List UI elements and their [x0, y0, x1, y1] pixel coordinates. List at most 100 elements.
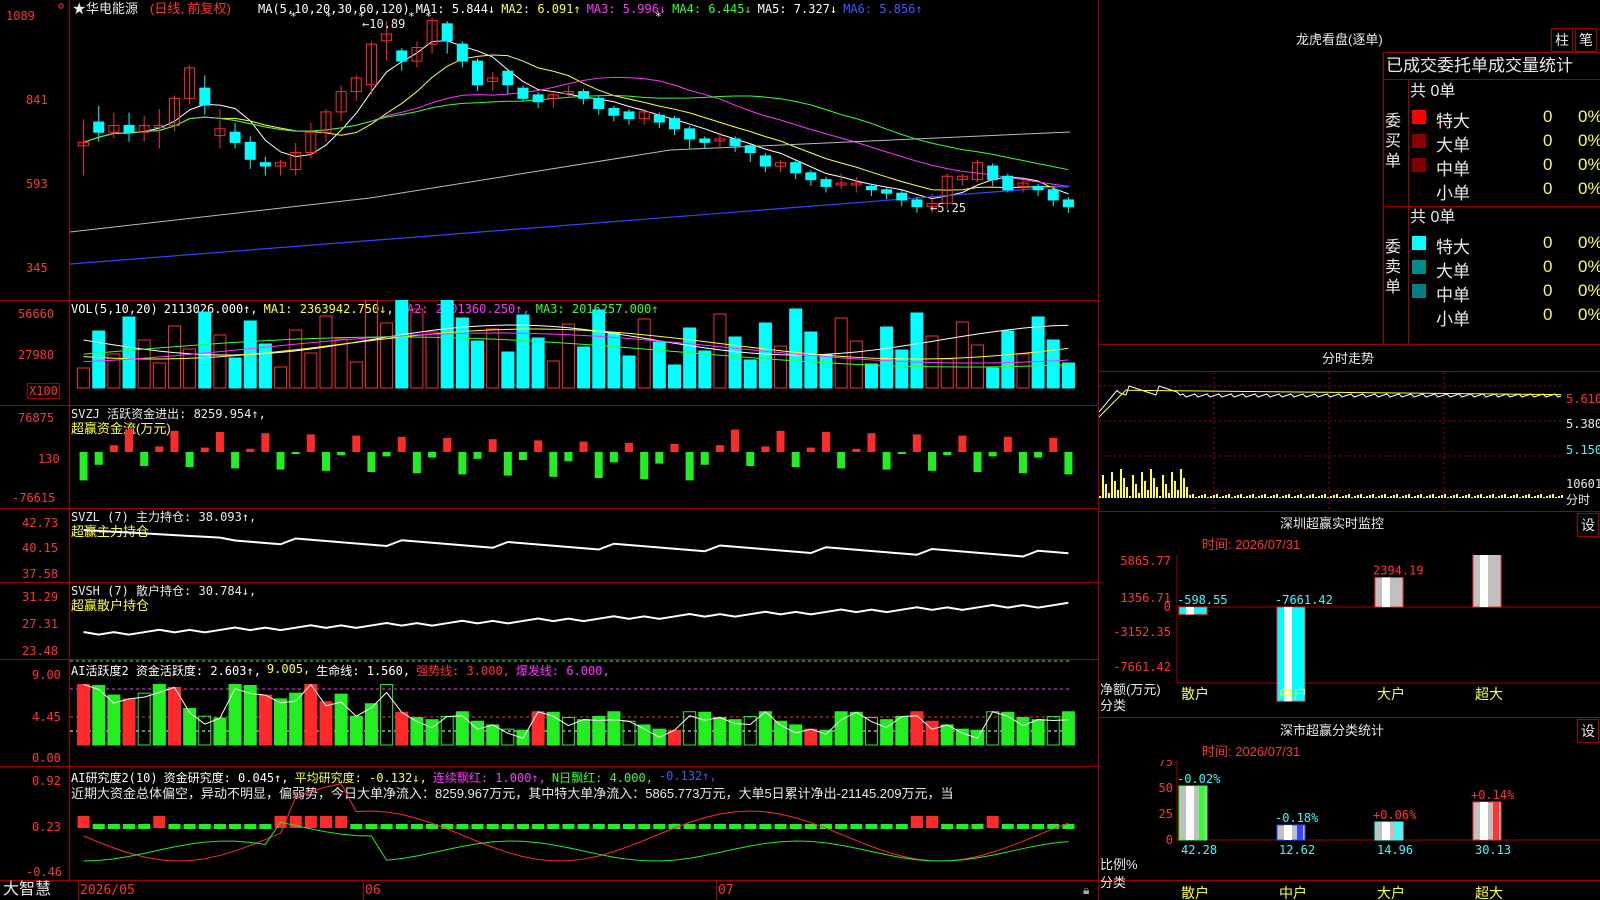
intraday-vol-bar [1252, 494, 1254, 498]
intraday-vol-bar [1540, 494, 1542, 498]
flow-bar [897, 452, 906, 454]
panel-divider [1098, 344, 1600, 345]
intraday-vol-bar [1411, 497, 1413, 498]
volume-bar [137, 339, 151, 389]
intraday-vol-bar [1537, 495, 1539, 498]
event-star-icon: * [290, 10, 297, 23]
intraday-vol-bar [1342, 496, 1344, 498]
volume-bar [607, 332, 621, 389]
svzj-tick: 130 [38, 452, 60, 466]
candle [759, 155, 771, 167]
classify-settings-button[interactable]: 设 [1577, 719, 1599, 743]
research-bar [380, 824, 393, 829]
intraday-chart[interactable] [1099, 372, 1564, 510]
flow-bar [428, 452, 437, 458]
order-count: 0 [1543, 257, 1553, 276]
main-holding-chart[interactable] [70, 508, 1098, 582]
brand-logo[interactable]: 大智慧 [3, 882, 51, 898]
intraday-vol-bar [1255, 497, 1257, 498]
ai1-tick: 9.00 [32, 668, 61, 682]
retail-holding-chart[interactable] [70, 582, 1098, 659]
flow-bar [882, 452, 891, 470]
research-bar [623, 824, 636, 829]
research-bar [441, 824, 454, 829]
research-bar [562, 824, 575, 829]
intraday-vol-bar [1210, 496, 1212, 498]
candle [653, 114, 665, 123]
intraday-vol-bar [1525, 495, 1527, 498]
ratio-bar-chart[interactable]: 75 50 25 0 -0.02% 42.28 散户 -0.18% 12.62 中户 +0.06% 1… [1099, 760, 1600, 900]
volume-bar [1001, 330, 1015, 389]
flow-bar [246, 448, 255, 452]
research-bar [1001, 824, 1014, 829]
candlestick-chart[interactable]: * * * * * * [70, 0, 1098, 300]
candle [1062, 199, 1074, 208]
flow-bar [549, 452, 558, 477]
intraday-vol-bar [1174, 481, 1176, 498]
activity-bar [425, 719, 439, 746]
activity-chart[interactable] [70, 659, 1098, 766]
vol-unit[interactable]: X100 [27, 383, 60, 399]
research-chart[interactable] [70, 766, 1098, 880]
intraday-vol-bar [1480, 494, 1482, 498]
change-label: -0.02% [1177, 772, 1221, 786]
candle [244, 141, 256, 160]
intraday-vol-bar [1369, 495, 1371, 498]
candle [229, 131, 241, 143]
research-bar [456, 824, 469, 829]
intraday-vol-bar [1216, 494, 1218, 498]
volume-bar [410, 308, 424, 389]
activity-bar [486, 724, 500, 746]
research-bar [592, 824, 605, 829]
intraday-vol-bar [1366, 496, 1368, 498]
volume-bar [380, 322, 394, 389]
candle [896, 192, 908, 201]
research-bar [577, 824, 590, 829]
research-bar [213, 824, 226, 829]
bar-chart-tick: 0 [1164, 600, 1171, 614]
flow-bar [155, 446, 164, 452]
volume-chart[interactable] [70, 300, 1098, 405]
tick-mode-button[interactable]: 笔 [1575, 28, 1597, 52]
svzj-tick: -76615 [12, 491, 56, 505]
intraday-vol-bar [1279, 497, 1281, 498]
research-bar [971, 824, 984, 829]
bar-highlight [1382, 577, 1390, 607]
intraday-vol-bar [1384, 494, 1386, 498]
activity-bar [137, 692, 151, 746]
research-bar [1047, 824, 1060, 829]
activity-bar [758, 711, 772, 746]
intraday-vol-bar [1414, 496, 1416, 498]
research-bar [804, 824, 817, 829]
flow-bar [140, 452, 149, 466]
intraday-vol-bar [1474, 496, 1476, 498]
lock-icon[interactable]: 🔒︎ [1083, 884, 1089, 896]
settings-icon[interactable]: ⚙ [58, 2, 64, 12]
category-label: 散户 [1181, 885, 1209, 900]
volume-bar [349, 361, 363, 389]
ai2-tick: 0.92 [32, 774, 61, 788]
flow-bar [746, 452, 755, 466]
intraday-vol-bar [1441, 495, 1443, 498]
candle [987, 165, 999, 181]
research-bar [698, 824, 711, 829]
volume-bar [1016, 353, 1030, 389]
svzl-tick: 37.58 [22, 567, 59, 581]
volume-bar [319, 315, 333, 389]
bar-mode-button[interactable]: 柱 [1551, 28, 1573, 52]
order-count: 0 [1543, 107, 1553, 126]
fund-flow-chart[interactable] [70, 405, 1098, 508]
intraday-vol-bar [1492, 494, 1494, 498]
flow-bar [473, 452, 482, 459]
activity-bar [940, 724, 954, 746]
monitor-settings-button[interactable]: 设 [1577, 513, 1599, 537]
order-pct: 0% [1578, 179, 1600, 198]
net-amount-bar-chart[interactable]: 5865.771356.710-3152.35-7661.42-598.55散户… [1099, 555, 1600, 720]
candle [608, 108, 620, 116]
volume-bar [698, 350, 712, 389]
intraday-vol-bar [1345, 495, 1347, 498]
panel-divider [1383, 79, 1600, 80]
flow-bar [443, 438, 452, 452]
flow-bar [94, 452, 103, 465]
intraday-vol-bar [1519, 497, 1521, 498]
